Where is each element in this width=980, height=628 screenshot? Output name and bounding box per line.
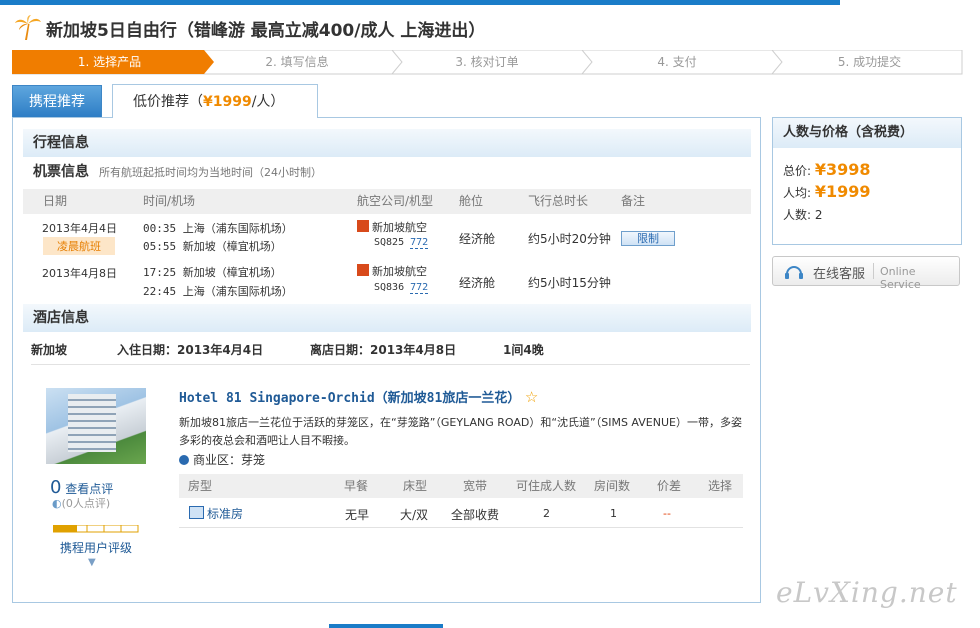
business-area: 商业区：芽笼 [179, 451, 265, 469]
rating-bar [53, 525, 139, 533]
bed-type: 大/双 [400, 508, 429, 522]
flight-info-title: 机票信息 [33, 164, 89, 180]
flight-date: 2013年4月4日 [42, 222, 117, 235]
cabin: 经济舱 [459, 276, 496, 290]
arrival: 05:55 新加坡（樟宜机场） [143, 240, 282, 253]
early-flight-badge: 凌晨航班 [43, 237, 115, 255]
avg-price-row: 人均: ¥1999 [783, 182, 871, 201]
col-room-count: 房间数 [594, 479, 631, 493]
airline-logo-icon [357, 264, 369, 276]
flight-number: SQ836 772 [374, 282, 429, 294]
watermark: eLvXing.net [776, 576, 958, 609]
palm-tree-icon [15, 15, 41, 40]
col-duration: 飞行总时长 [528, 194, 589, 208]
rating-label: 携程用户评级 [60, 541, 133, 555]
room-nights: 1间4晚 [503, 343, 544, 357]
room-table-header: 房型 早餐 床型 宽带 可住成人数 房间数 价差 选择 [179, 474, 743, 498]
internet: 全部收费 [451, 508, 500, 522]
col-room-type: 房型 [188, 479, 213, 493]
bottom-button-edge [329, 624, 443, 628]
itinerary-heading: 行程信息 [23, 129, 751, 157]
price-diff: -- [663, 507, 671, 520]
col-remark: 备注 [621, 194, 646, 208]
step-5: 5. 成功提交 [837, 55, 902, 69]
arrival: 22:45 上海（浦东国际机场） [143, 285, 293, 298]
page-header: 新加坡5日自由行（错峰游 最高立减400/成人 上海进出） [14, 14, 485, 42]
total-price: ¥3998 [814, 160, 871, 179]
divider [31, 364, 750, 365]
step-2: 2. 填写信息 [265, 55, 329, 69]
col-breakfast: 早餐 [344, 479, 369, 493]
price-summary-heading: 人数与价格（含税费） [773, 118, 961, 148]
page-title: 新加坡5日自由行（错峰游 最高立减400/成人 上海进出） [46, 20, 486, 41]
departure: 00:35 上海（浦东国际机场） [143, 222, 293, 235]
tab-ctrip-recommend[interactable]: 携程推荐 [12, 85, 102, 118]
hotel-name[interactable]: Hotel 81 Singapore-Orchid（新加坡81旅店一兰花） ☆ [179, 387, 538, 406]
steps: 1. 选择产品 2. 填写信息 3. 核对订单 4. 支付 5. 成功提交 [12, 50, 962, 74]
divider [179, 527, 743, 528]
tab-low-price-value: ¥1999 [203, 94, 252, 110]
duration: 约5小时20分钟 [528, 232, 611, 246]
col-bed: 床型 [403, 479, 428, 493]
avg-price: ¥1999 [814, 182, 871, 201]
room-type-link[interactable]: 标准房 [189, 505, 243, 522]
flight-date: 2013年4月8日 [42, 267, 117, 280]
checkin-date: 入住日期：2013年4月4日 [117, 343, 264, 357]
hotel-photo[interactable] [46, 388, 146, 464]
col-date: 日期 [43, 194, 68, 208]
view-reviews-link[interactable]: 查看点评 [65, 482, 113, 496]
departure: 17:25 新加坡（樟宜机场） [143, 266, 282, 279]
people-row: 人数: 2 [783, 208, 823, 222]
airline: 新加坡航空 [357, 263, 427, 279]
flight-info-header: 机票信息 所有航班起抵时间均为当地时间（24小时制） [33, 160, 322, 184]
step-3: 3. 核对订单 [455, 55, 519, 69]
hotel-city: 新加坡 [31, 343, 68, 357]
flight-table-header: 日期 时间/机场 航空公司/机型 舱位 飞行总时长 备注 [23, 189, 751, 214]
review-people: ◐(0人点评) [52, 497, 111, 510]
adults: 2 [543, 507, 550, 520]
col-cabin: 舱位 [459, 194, 484, 208]
step-1: 1. 选择产品 [77, 55, 142, 69]
hotel-description: 新加坡81旅店一兰花位于活跃的芽笼区，在“芽笼路”（GEYLANG ROAD）和… [179, 416, 742, 447]
col-adults: 可住成人数 [516, 479, 577, 493]
aircraft-link[interactable]: 772 [410, 282, 429, 294]
cabin: 经济舱 [459, 232, 496, 246]
tab-low-price-label: 低价推荐（ [133, 94, 203, 110]
star-icon: ☆ [524, 388, 539, 406]
top-bar [0, 0, 980, 5]
price-summary-panel: 人数与价格（含税费） 总价: ¥3998 人均: ¥1999 人数: 2 [772, 117, 962, 245]
col-time-airport: 时间/机场 [143, 194, 196, 208]
image-icon [189, 506, 204, 519]
speech-bubble-icon: ◐ [52, 497, 62, 510]
airline: 新加坡航空 [357, 219, 427, 235]
online-service-button[interactable]: 在线客服 Online Service [772, 256, 960, 291]
breakfast: 无早 [345, 508, 370, 522]
online-service-label-en: Online Service [880, 265, 921, 291]
col-price-diff: 价差 [657, 479, 682, 493]
total-price-row: 总价: ¥3998 [783, 160, 871, 179]
flight-number: SQ825 772 [374, 237, 429, 249]
checkout-date: 离店日期：2013年4月8日 [310, 343, 457, 357]
step-4: 4. 支付 [657, 55, 697, 69]
col-airline: 航空公司/机型 [357, 194, 434, 208]
airline-logo-icon [357, 220, 369, 232]
location-icon [179, 455, 189, 465]
restriction-button[interactable]: 限制 [621, 231, 675, 246]
online-service-label: 在线客服 [813, 267, 866, 282]
col-select: 选择 [708, 479, 733, 493]
room-count: 1 [610, 507, 617, 520]
tab-low-price-suffix: /人） [251, 94, 285, 110]
hotel-summary: 新加坡 入住日期：2013年4月4日 离店日期：2013年4月8日 1间4晚 [31, 341, 544, 359]
chevron-down-icon[interactable]: ▼ [88, 557, 96, 568]
headset-icon [785, 266, 803, 279]
duration: 约5小时15分钟 [528, 276, 611, 290]
tab-low-price[interactable]: 低价推荐（¥1999/人） [112, 84, 318, 118]
flight-time-note: 所有航班起抵时间均为当地时间（24小时制） [99, 166, 322, 179]
aircraft-link[interactable]: 772 [410, 237, 429, 249]
people-count: 2 [814, 208, 823, 222]
hotel-heading: 酒店信息 [23, 304, 751, 332]
col-internet: 宽带 [463, 479, 488, 493]
